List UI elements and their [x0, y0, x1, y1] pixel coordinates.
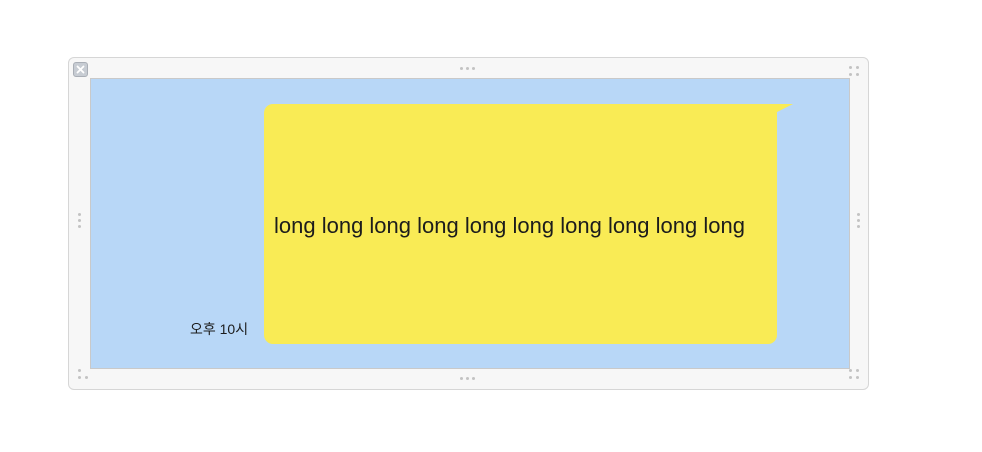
chat-canvas: long long long long long long long long … [90, 78, 850, 369]
resize-handle-bottom-right[interactable] [849, 369, 859, 379]
resize-handle-top-right[interactable] [849, 66, 859, 76]
resize-handle-bottom-left[interactable] [78, 369, 88, 379]
message-bubble: long long long long long long long long … [264, 104, 777, 344]
close-icon [76, 65, 85, 74]
bubble-tail [769, 104, 793, 116]
resize-handle-bottom[interactable] [460, 377, 475, 380]
close-button[interactable] [73, 62, 88, 77]
message-text: long long long long long long long long … [274, 213, 745, 238]
resize-handle-top[interactable] [460, 67, 475, 70]
message-timestamp: 오후 10시 [190, 321, 249, 337]
resize-handle-right[interactable] [857, 213, 860, 228]
preview-window: long long long long long long long long … [68, 57, 869, 390]
resize-handle-left[interactable] [78, 213, 81, 228]
